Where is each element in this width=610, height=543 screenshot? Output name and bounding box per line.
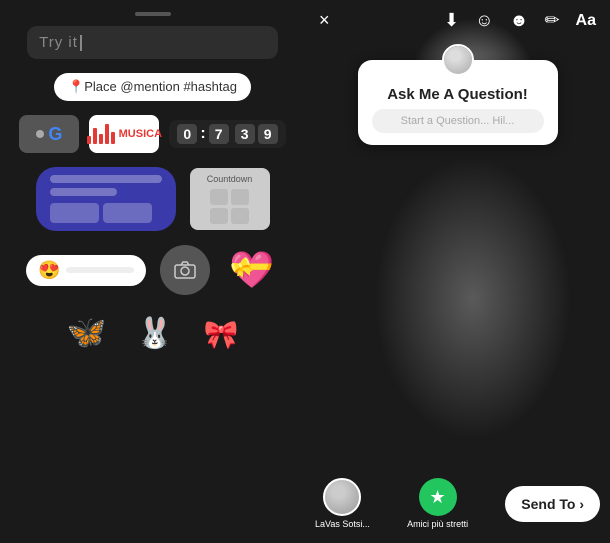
poll-line-1 bbox=[50, 175, 162, 183]
mention-hashtag-sticker[interactable]: 📍Place @mention #hashtag bbox=[54, 73, 251, 101]
send-to-button[interactable]: Send To › bbox=[505, 486, 600, 522]
ask-avatar-image bbox=[444, 46, 472, 74]
poll-countdown-row: Countdown bbox=[10, 167, 295, 231]
google-g-letter: G bbox=[48, 124, 62, 145]
send-to-label: Send To › bbox=[521, 496, 584, 512]
sticker-icon-row: G MUSICA 0 : 7 3 9 bbox=[10, 115, 295, 153]
mention-hashtag-text: 📍Place @mention #hashtag bbox=[68, 79, 237, 95]
music-bar-3 bbox=[99, 134, 103, 144]
poll-option-2 bbox=[103, 203, 152, 223]
search-dot-icon bbox=[36, 130, 44, 138]
music-sticker[interactable]: MUSICA bbox=[89, 115, 159, 153]
camera-icon bbox=[174, 261, 196, 279]
animal-sticker[interactable]: 🐰 bbox=[136, 316, 173, 351]
poll-option-1 bbox=[50, 203, 99, 223]
music-bar-4 bbox=[105, 124, 109, 144]
bow-sticker[interactable]: 🎀 bbox=[204, 318, 239, 351]
timer-h: 0 bbox=[177, 124, 197, 144]
timer-sticker[interactable]: 0 : 7 3 9 bbox=[169, 120, 285, 148]
drag-handle[interactable] bbox=[135, 12, 171, 16]
search-bar-placeholder: Try it bbox=[39, 34, 78, 51]
poll-line-2 bbox=[50, 188, 117, 196]
countdown-grid bbox=[210, 189, 249, 224]
countdown-sticker[interactable]: Countdown bbox=[190, 168, 270, 230]
ask-question-sticker[interactable]: Ask Me A Question! Start a Question... H… bbox=[358, 60, 558, 145]
story-user-item[interactable]: LaVas Sotsi... bbox=[315, 478, 370, 529]
timer-m: 7 bbox=[209, 124, 229, 144]
sticker-icon[interactable]: ☻ bbox=[510, 10, 529, 31]
close-friends-icon: ★ bbox=[429, 487, 445, 508]
timer-s: 3 bbox=[235, 124, 255, 144]
camera-sticker[interactable] bbox=[160, 245, 210, 295]
user-avatar bbox=[323, 478, 361, 516]
mention-hashtag-row: 📍Place @mention #hashtag bbox=[10, 73, 295, 101]
story-editor: × ⬇ ☺ ☻ ✏ Aa Ask Me A Question! Start a … bbox=[305, 0, 610, 543]
heart-emoji: 💝 bbox=[229, 249, 274, 291]
sticker-search-bar[interactable]: Try it bbox=[27, 26, 278, 59]
music-bar-5 bbox=[111, 132, 115, 144]
butterfly-emoji: 🦋 bbox=[66, 314, 106, 350]
close-friends-circle: ★ bbox=[419, 478, 457, 516]
countdown-box-2 bbox=[231, 189, 249, 205]
poll-sticker[interactable] bbox=[36, 167, 176, 231]
bow-emoji: 🎀 bbox=[204, 319, 239, 350]
download-icon[interactable]: ⬇ bbox=[444, 10, 459, 31]
countdown-box-3 bbox=[210, 208, 228, 224]
ask-sticker-avatar bbox=[442, 44, 474, 76]
timer-s2: 9 bbox=[258, 124, 278, 144]
close-button[interactable]: × bbox=[319, 10, 330, 31]
story-bottom-bar: LaVas Sotsi... ★ Amici più stretti Send … bbox=[305, 478, 610, 529]
sticker-grid: 📍Place @mention #hashtag G MUSICA 0 bbox=[10, 73, 295, 351]
text-tool-icon[interactable]: Aa bbox=[576, 12, 596, 30]
emoji-slider-bar bbox=[66, 267, 134, 273]
timer-colon-1: : bbox=[200, 125, 205, 143]
google-sticker[interactable]: G bbox=[19, 115, 79, 153]
animal-emoji: 🐰 bbox=[136, 317, 173, 350]
sticker-tray: Try it 📍Place @mention #hashtag G bbox=[0, 0, 305, 543]
user-label: LaVas Sotsi... bbox=[315, 519, 370, 529]
music-bar-2 bbox=[93, 128, 97, 144]
ask-input-placeholder-text: Start a Question... Hil... bbox=[401, 115, 515, 127]
music-label: MUSICA bbox=[119, 128, 162, 140]
emoji-camera-row: 😍 💝 bbox=[10, 245, 295, 295]
emoji-slider-face: 😍 bbox=[38, 260, 60, 281]
countdown-label: Countdown bbox=[207, 174, 253, 184]
bottom-sticker-row: 🦋 🐰 🎀 bbox=[10, 313, 295, 351]
butterfly-sticker[interactable]: 🦋 bbox=[66, 313, 106, 351]
music-bar-1 bbox=[87, 136, 91, 144]
cursor-indicator bbox=[80, 35, 82, 51]
face-filter-icon[interactable]: ☺ bbox=[475, 10, 493, 31]
close-friends-item[interactable]: ★ Amici più stretti bbox=[407, 478, 468, 529]
story-toolbar: × ⬇ ☺ ☻ ✏ Aa bbox=[305, 10, 610, 31]
music-bars-icon bbox=[87, 124, 115, 144]
ask-sticker-input[interactable]: Start a Question... Hil... bbox=[372, 109, 544, 133]
heart-sticker[interactable]: 💝 bbox=[224, 245, 279, 295]
ask-sticker-title: Ask Me A Question! bbox=[387, 86, 528, 103]
countdown-box-4 bbox=[231, 208, 249, 224]
countdown-box-1 bbox=[210, 189, 228, 205]
close-friends-label: Amici più stretti bbox=[407, 519, 468, 529]
draw-icon[interactable]: ✏ bbox=[544, 10, 559, 31]
emoji-slider-sticker[interactable]: 😍 bbox=[26, 255, 146, 286]
